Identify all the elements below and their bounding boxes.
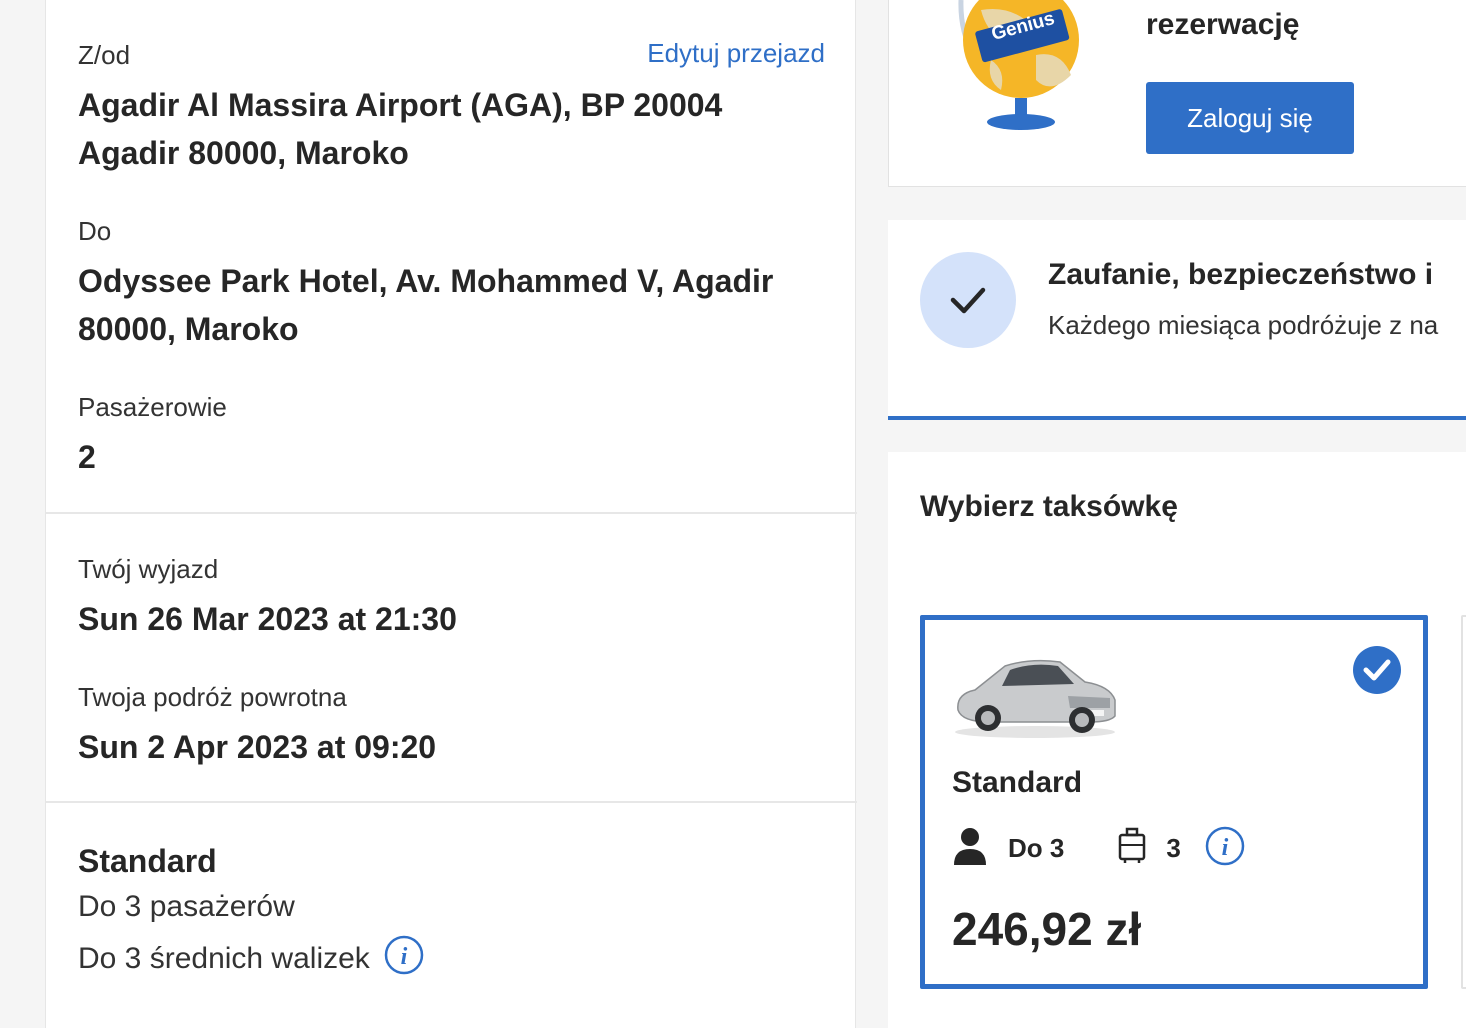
to-label: Do — [78, 216, 112, 246]
vehicle-luggage-row: Do 3 średnich walizek i — [78, 935, 424, 983]
max-bags: 3 — [1166, 832, 1181, 863]
genius-login-card: Genius rezerwację Zaloguj się — [888, 0, 1466, 187]
genius-globe-icon: Genius — [951, 0, 1091, 140]
trust-subtitle: Każdego miesiąca podróżuje z na — [1048, 310, 1439, 340]
route-section: Z/od Edytuj przejazd Agadir Al Massira A… — [46, 0, 857, 512]
taxi-option-next[interactable] — [1461, 615, 1466, 989]
trust-check-badge — [920, 252, 1016, 348]
svg-text:i: i — [400, 944, 407, 970]
vehicle-section: Standard Do 3 pasażerów Do 3 średnich wa… — [46, 803, 857, 1028]
selected-check-icon — [1353, 646, 1401, 699]
login-button[interactable]: Zaloguj się — [1146, 82, 1354, 154]
vehicle-name: Standard — [78, 843, 217, 879]
taxi-selection-card: Wybierz taksówkę Standard Do 3 3 i 246,9… — [888, 452, 1466, 1028]
taxi-section-title: Wybierz taksówkę — [920, 490, 1178, 523]
vehicle-passengers: Do 3 pasażerów — [78, 890, 295, 923]
svg-text:i: i — [1221, 835, 1228, 861]
from-label: Z/od — [78, 40, 131, 70]
taxi-option-standard[interactable]: Standard Do 3 3 i 246,92 zł — [920, 615, 1428, 989]
suitcase-icon — [1118, 827, 1146, 870]
person-icon — [952, 827, 988, 870]
info-icon[interactable]: i — [384, 935, 424, 983]
taxi-option-features: Do 3 3 i — [952, 823, 1245, 873]
dates-section: Twój wyjazd Sun 26 Mar 2023 at 21:30 Two… — [46, 514, 857, 802]
vehicle-luggage: Do 3 średnich walizek — [78, 942, 370, 975]
return-label: Twoja podróż powrotna — [78, 682, 347, 712]
passengers-value: 2 — [78, 439, 96, 475]
trust-card: Zaufanie, bezpieczeństwo i Każdego miesi… — [888, 220, 1466, 420]
checkmark-icon — [950, 287, 986, 314]
departure-value: Sun 26 Mar 2023 at 21:30 — [78, 601, 457, 637]
info-icon[interactable]: i — [1205, 826, 1245, 871]
max-passengers: Do 3 — [1008, 832, 1065, 863]
taxi-option-price: 246,92 zł — [952, 903, 1142, 955]
return-value: Sun 2 Apr 2023 at 09:20 — [78, 729, 437, 765]
to-address-line2: 80000, Maroko — [78, 311, 299, 347]
edit-trip-link[interactable]: Edytuj przejazd — [647, 38, 825, 69]
car-icon — [950, 652, 1120, 747]
from-address-line2: Agadir 80000, Maroko — [78, 135, 409, 171]
trust-title: Zaufanie, bezpieczeństwo i — [1048, 258, 1434, 291]
passengers-label: Pasażerowie — [78, 392, 227, 422]
to-address-line1: Odyssee Park Hotel, Av. Mohammed V, Agad… — [78, 263, 774, 299]
trip-summary-panel: Z/od Edytuj przejazd Agadir Al Massira A… — [45, 0, 857, 1028]
from-address-line1: Agadir Al Massira Airport (AGA), BP 2000… — [78, 87, 723, 123]
genius-title: rezerwację — [1146, 8, 1300, 41]
departure-label: Twój wyjazd — [78, 554, 219, 584]
taxi-option-name: Standard — [952, 766, 1083, 799]
